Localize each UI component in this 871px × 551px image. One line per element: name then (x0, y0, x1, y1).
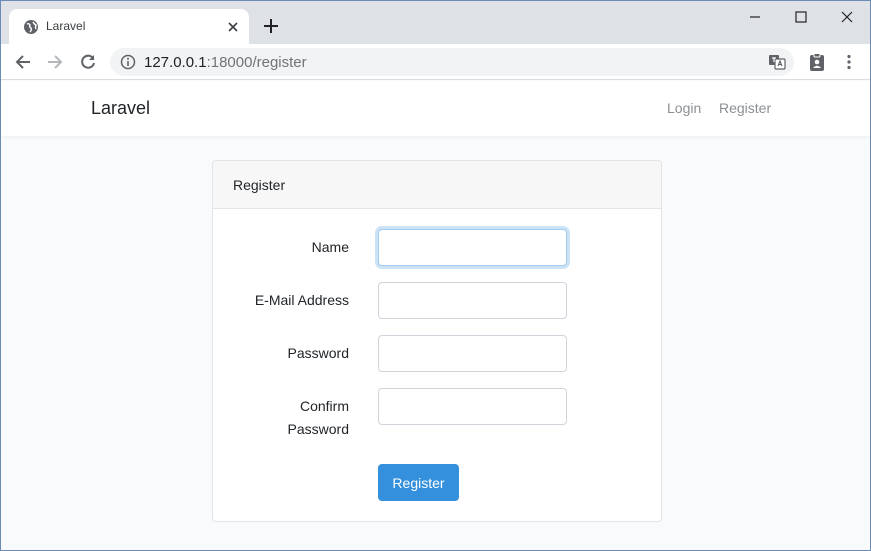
confirm-password-label-line2: Password (287, 421, 349, 437)
confirm-password-input[interactable] (378, 388, 567, 425)
browser-toolbar: 127.0.0.1:18000/register (1, 44, 870, 80)
forward-arrow-icon[interactable] (45, 52, 65, 72)
more-vert-icon[interactable] (839, 52, 859, 72)
close-tab-icon[interactable] (225, 19, 241, 35)
minimize-icon[interactable] (745, 7, 765, 27)
info-icon[interactable] (120, 54, 136, 70)
register-card: Register Name E-Mail Address Password Co… (212, 160, 662, 522)
globe-icon (24, 20, 38, 34)
address-bar[interactable]: 127.0.0.1:18000/register (110, 48, 794, 76)
maximize-icon[interactable] (791, 7, 811, 27)
url-text[interactable]: 127.0.0.1:18000/register (144, 54, 307, 71)
confirm-password-label-line1: Confirm (299, 398, 349, 414)
navbar-brand[interactable]: Laravel (91, 98, 150, 119)
reload-icon[interactable] (78, 52, 98, 72)
email-input[interactable] (378, 282, 567, 319)
url-host: 127.0.0.1 (144, 54, 207, 71)
close-window-icon[interactable] (837, 7, 857, 27)
site-navbar: Laravel Login Register (1, 81, 870, 136)
register-link[interactable]: Register (719, 100, 771, 116)
browser-tab[interactable]: Laravel (9, 9, 249, 44)
url-path: :18000/register (206, 54, 307, 71)
register-button[interactable]: Register (378, 464, 459, 501)
clipboard-account-icon[interactable] (807, 52, 827, 72)
login-link[interactable]: Login (667, 100, 701, 116)
translate-icon[interactable] (768, 53, 786, 71)
email-label: E-Mail Address (254, 292, 349, 308)
password-input[interactable] (378, 335, 567, 372)
name-label: Name (311, 239, 349, 255)
browser-tabstrip: Laravel (1, 1, 870, 44)
password-label: Password (287, 345, 349, 361)
name-input[interactable] (378, 229, 567, 266)
new-tab-icon[interactable] (263, 18, 279, 34)
back-arrow-icon[interactable] (13, 52, 33, 72)
tab-title: Laravel (46, 19, 86, 33)
card-header: Register (213, 161, 661, 209)
